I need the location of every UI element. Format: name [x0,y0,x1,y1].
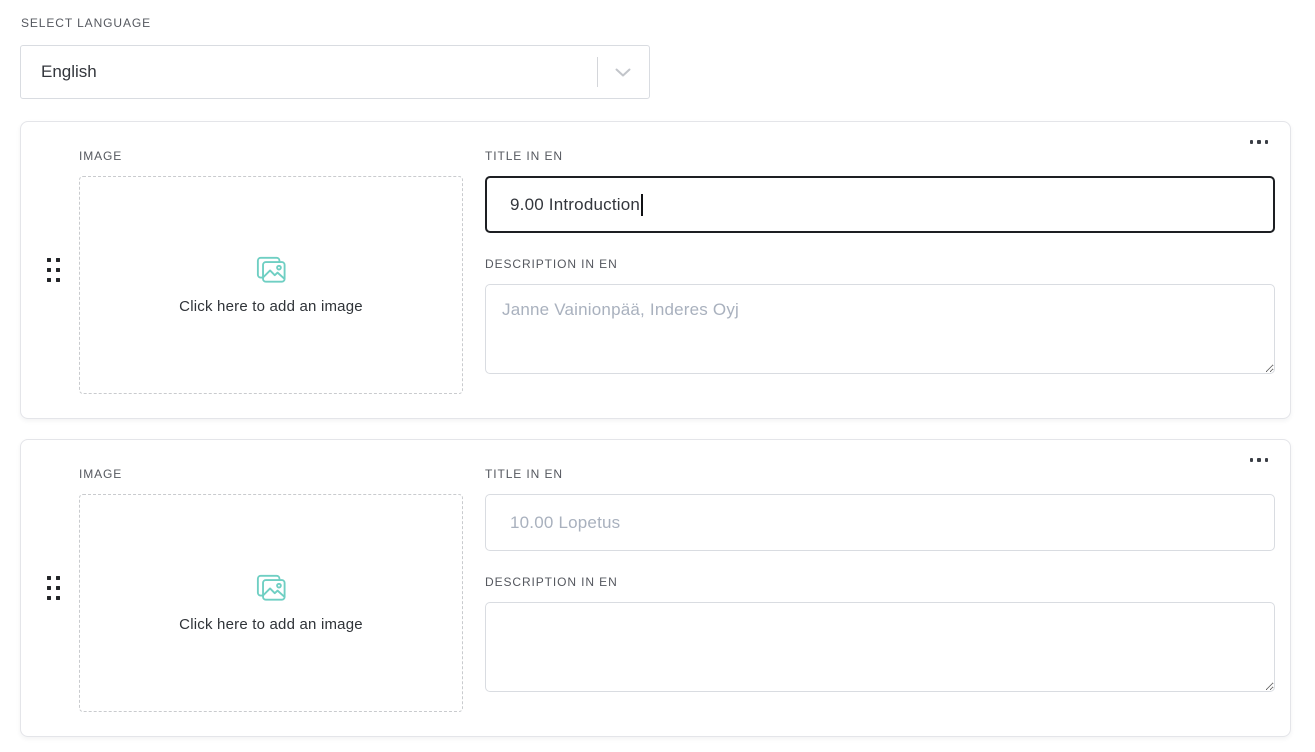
title-input[interactable]: 9.00 Introduction [485,176,1275,233]
language-select[interactable]: English [20,45,650,99]
ellipsis-icon [1257,140,1261,144]
chevron-down-icon [615,68,631,77]
drag-dot [47,576,51,580]
title-label: TITLE IN EN [485,467,1275,481]
ellipsis-icon [1265,140,1269,144]
drag-dot [56,258,60,262]
agenda-item-card-1: IMAGE Click here to add an image TITLE I… [20,121,1291,419]
drag-dot [47,586,51,590]
more-options-button[interactable] [1246,450,1273,470]
drag-dot [56,596,60,600]
drag-dot [56,268,60,272]
image-dropzone[interactable]: Click here to add an image [79,176,463,394]
dropzone-text: Click here to add an image [179,298,363,315]
description-label: DESCRIPTION IN EN [485,257,1275,271]
drag-dot [47,268,51,272]
description-label: DESCRIPTION IN EN [485,575,1275,589]
drag-dot [56,586,60,590]
ellipsis-icon [1265,458,1269,462]
agenda-editor-page: SELECT LANGUAGE English IMAGE [0,0,1315,752]
images-icon [255,573,287,603]
drag-dot [47,596,51,600]
language-select-value: English [21,62,597,82]
description-textarea[interactable] [485,602,1275,692]
drag-dot [56,576,60,580]
image-column: IMAGE Click here to add an image [79,149,463,394]
drag-handle[interactable] [43,572,64,604]
ellipsis-icon [1250,140,1254,144]
image-dropzone[interactable]: Click here to add an image [79,494,463,712]
drag-dot [47,278,51,282]
image-label: IMAGE [79,149,463,163]
fields-column: TITLE IN EN DESCRIPTION IN EN [485,467,1275,712]
card-body: IMAGE Click here to add an image TITLE I… [21,440,1290,736]
select-language-label: SELECT LANGUAGE [21,16,1291,30]
fields-column: TITLE IN EN 9.00 Introduction DESCRIPTIO… [485,149,1275,394]
image-column: IMAGE Click here to add an image [79,467,463,712]
title-input[interactable] [485,494,1275,551]
text-caret [641,194,643,216]
ellipsis-icon [1257,458,1261,462]
image-label: IMAGE [79,467,463,481]
drag-dot [56,278,60,282]
language-select-arrow-zone[interactable] [597,46,649,98]
drag-handle[interactable] [43,254,64,286]
agenda-item-card-2: IMAGE Click here to add an image TITLE I… [20,439,1291,737]
card-body: IMAGE Click here to add an image TITLE I… [21,122,1290,418]
dropzone-text: Click here to add an image [179,616,363,633]
title-label: TITLE IN EN [485,149,1275,163]
ellipsis-icon [1250,458,1254,462]
description-textarea[interactable] [485,284,1275,374]
images-icon [255,255,287,285]
title-input-value: 9.00 Introduction [510,195,640,215]
drag-dot [47,258,51,262]
more-options-button[interactable] [1246,132,1273,152]
